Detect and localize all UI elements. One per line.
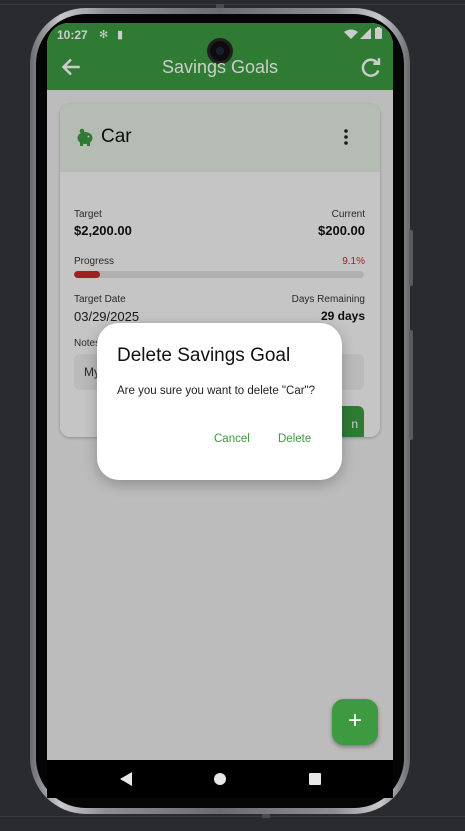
nav-back-icon[interactable] <box>119 771 133 787</box>
power-button[interactable] <box>409 330 413 440</box>
desktop-divider-bottom <box>0 816 465 817</box>
volume-button[interactable] <box>409 230 413 286</box>
dialog-message: Are you sure you want to delete "Car"? <box>117 385 316 397</box>
delete-goal-dialog: Delete Savings Goal Are you sure you wan… <box>97 323 342 480</box>
plus-icon: + <box>347 707 362 734</box>
nav-home-icon[interactable] <box>214 773 226 785</box>
delete-button[interactable]: Delete <box>274 431 315 447</box>
desktop-divider-top <box>0 4 465 5</box>
dialog-title: Delete Savings Goal <box>117 345 291 366</box>
add-goal-button[interactable]: + <box>332 699 378 745</box>
nav-recents-icon[interactable] <box>309 773 321 785</box>
android-nav-bar <box>47 760 393 798</box>
cancel-button[interactable]: Cancel <box>210 431 254 447</box>
